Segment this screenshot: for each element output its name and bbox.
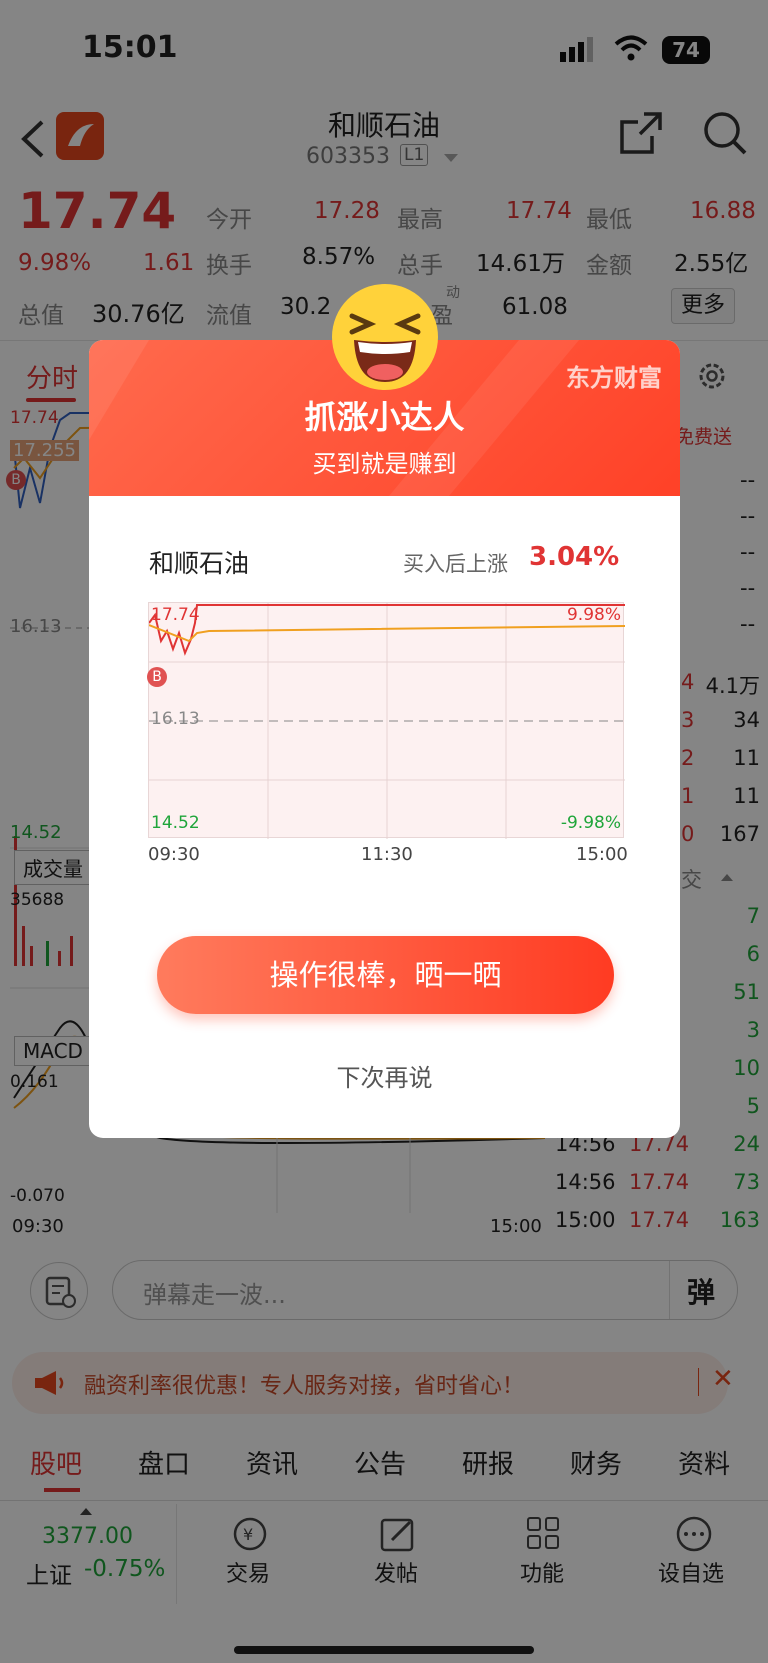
modal-title: 抓涨小达人 <box>304 398 465 436</box>
modal-chart-top: 17.74 <box>151 605 200 625</box>
share-result-button[interactable]: 操作很棒，晒一晒 <box>157 936 614 1014</box>
modal-subtitle: 买到就是赚到 <box>312 450 457 478</box>
modal-chart-bottom-pct: -9.98% <box>560 813 621 833</box>
brand-logo: 东方财富 <box>566 364 662 392</box>
modal-time-end: 15:00 <box>576 844 628 865</box>
modal-chart-top-pct: 9.98% <box>566 605 621 625</box>
modal-stock-name: 和顺石油 <box>149 549 250 578</box>
modal-chart-bottom: 14.52 <box>151 813 200 833</box>
modal-chart-mid: 16.13 <box>151 709 200 729</box>
dismiss-button[interactable]: 下次再说 <box>89 1058 680 1093</box>
gain-label: 买入后上涨 <box>403 552 508 576</box>
modal-buy-marker: B <box>147 667 167 687</box>
gain-value: 3.04% <box>529 542 620 572</box>
home-indicator[interactable] <box>234 1646 534 1654</box>
laughing-emoji-icon <box>330 282 440 392</box>
modal-time-start: 09:30 <box>148 844 200 865</box>
modal-time-mid: 11:30 <box>361 844 413 865</box>
achievement-modal: 东方财富 抓涨小达人 买到就是赚到 和顺石油 买入后上涨 3.04% 17.74… <box>89 340 680 1138</box>
modal-chart: 17.74 9.98% B 16.13 14.52 -9.98% <box>147 602 625 839</box>
